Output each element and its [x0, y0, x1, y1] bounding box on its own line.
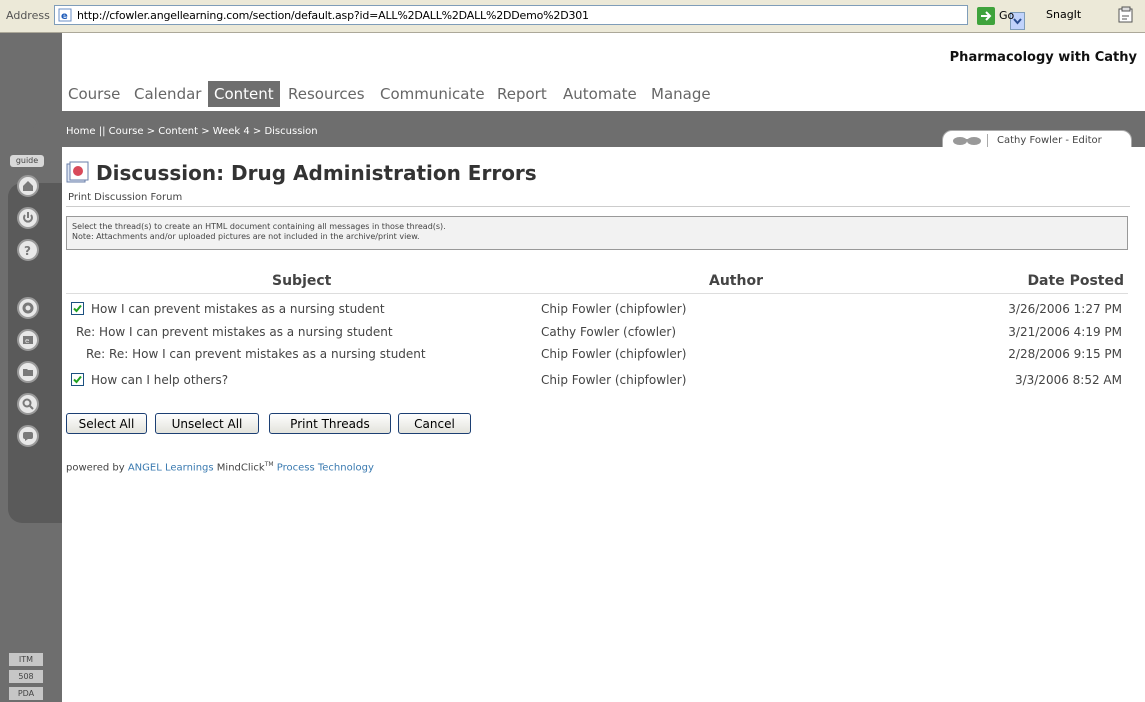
go-label: Go	[999, 9, 1015, 22]
settings-icon[interactable]	[17, 297, 39, 319]
mindclick-label: MindClick	[216, 462, 265, 474]
checkmark-icon	[73, 304, 82, 313]
page-header: Pharmacology with Cathy Course Calendar …	[62, 33, 1145, 111]
nav-content[interactable]: Content	[208, 81, 280, 107]
thread-checkbox[interactable]	[71, 373, 84, 386]
508-link[interactable]: 508	[9, 670, 43, 683]
folder-icon[interactable]	[17, 361, 39, 383]
checkmark-icon	[73, 375, 82, 384]
guide-tab[interactable]: guide	[10, 155, 44, 167]
help-icon[interactable]: ?	[17, 239, 39, 261]
glasses-icon	[953, 137, 981, 145]
pda-link[interactable]: PDA	[9, 687, 43, 700]
table-row: Re: How I can prevent mistakes as a nurs…	[66, 322, 1128, 344]
nav-resources[interactable]: Resources	[288, 81, 365, 107]
course-title: Pharmacology with Cathy	[949, 50, 1137, 65]
page-title: Discussion: Drug Administration Errors	[96, 161, 537, 185]
itm-link[interactable]: ITM	[9, 653, 43, 666]
thread-author: Cathy Fowler (cfowler)	[541, 325, 677, 339]
ie-page-icon: e	[58, 8, 72, 22]
snagit-capture-icon[interactable]	[1118, 6, 1134, 24]
nav-automate[interactable]: Automate	[563, 81, 637, 107]
browser-address-bar: Address e http://cfowler.angellearning.c…	[0, 0, 1145, 33]
thread-date: 2/28/2006 9:15 PM	[1008, 347, 1122, 361]
unselect-all-button[interactable]: Unselect All	[155, 413, 259, 434]
power-icon[interactable]	[17, 207, 39, 229]
header-divider	[66, 293, 1128, 294]
search-icon[interactable]	[17, 393, 39, 415]
svg-text:e: e	[61, 11, 68, 22]
nav-manage[interactable]: Manage	[651, 81, 711, 107]
table-row: How I can prevent mistakes as a nursing …	[66, 299, 1128, 321]
rail-icon-panel	[8, 183, 62, 523]
trademark-mark: TM	[264, 461, 274, 468]
go-button[interactable]: Go	[977, 7, 1019, 25]
date-header: Date Posted	[1027, 273, 1124, 289]
powered-by-footer: powered by ANGEL Learnings MindClickTM P…	[66, 461, 374, 473]
go-arrow-icon	[977, 7, 995, 25]
thread-date: 3/3/2006 8:52 AM	[1014, 373, 1122, 387]
process-technology-link[interactable]: Process Technology	[277, 462, 374, 473]
discussion-icon	[66, 161, 89, 183]
chat-icon[interactable]	[17, 425, 39, 447]
subject-header: Subject	[272, 273, 332, 289]
thread-date: 3/21/2006 4:19 PM	[1008, 325, 1122, 339]
thread-subject[interactable]: Re: Re: How I can prevent mistakes as a …	[86, 347, 426, 361]
author-header: Author	[709, 273, 763, 289]
thread-author: Chip Fowler (chipfowler)	[541, 373, 687, 387]
thread-author: Chip Fowler (chipfowler)	[541, 302, 687, 316]
main-content: Discussion: Drug Administration Errors P…	[62, 147, 1145, 702]
breadcrumb[interactable]: Home || Course > Content > Week 4 > Disc…	[66, 126, 318, 137]
nav-course[interactable]: Course	[68, 81, 120, 107]
address-input[interactable]: e http://cfowler.angellearning.com/secti…	[54, 5, 1025, 30]
instruction-line: Select the thread(s) to create an HTML d…	[72, 222, 446, 231]
table-row: How can I help others? Chip Fowler (chip…	[66, 370, 1128, 392]
email-icon[interactable]: e	[17, 329, 39, 351]
nav-report[interactable]: Report	[497, 81, 547, 107]
print-threads-button[interactable]: Print Threads	[269, 413, 391, 434]
select-all-button[interactable]: Select All	[66, 413, 147, 434]
page-subtitle: Print Discussion Forum	[68, 192, 183, 203]
table-row: Re: Re: How I can prevent mistakes as a …	[66, 344, 1128, 366]
nav-communicate[interactable]: Communicate	[380, 81, 485, 107]
title-divider	[66, 206, 1130, 207]
snagit-button[interactable]: SnagIt	[1046, 8, 1081, 21]
powered-by-label: powered by	[66, 462, 125, 474]
breadcrumb-bar: Home || Course > Content > Week 4 > Disc…	[32, 117, 1145, 150]
thread-subject[interactable]: Re: How I can prevent mistakes as a nurs…	[76, 325, 393, 339]
home-icon[interactable]	[17, 175, 39, 197]
thread-author: Chip Fowler (chipfowler)	[541, 347, 687, 361]
user-badge-divider	[987, 134, 988, 148]
thread-checkbox[interactable]	[71, 302, 84, 315]
address-label: Address	[6, 9, 50, 22]
svg-text:e: e	[25, 337, 29, 345]
address-url: http://cfowler.angellearning.com/section…	[77, 9, 589, 22]
nav-calendar[interactable]: Calendar	[134, 81, 201, 107]
thread-subject[interactable]: How can I help others?	[91, 373, 228, 387]
thread-date: 3/26/2006 1:27 PM	[1008, 302, 1122, 316]
thread-subject[interactable]: How I can prevent mistakes as a nursing …	[91, 302, 385, 316]
cancel-button[interactable]: Cancel	[398, 413, 471, 434]
user-name: Cathy Fowler - Editor	[997, 135, 1102, 146]
note-line: Note: Attachments and/or uploaded pictur…	[72, 232, 420, 241]
angel-learning-link[interactable]: ANGEL Learnings	[128, 462, 214, 473]
instructions-box: Select the thread(s) to create an HTML d…	[66, 216, 1128, 250]
svg-text:?: ?	[24, 244, 31, 256]
